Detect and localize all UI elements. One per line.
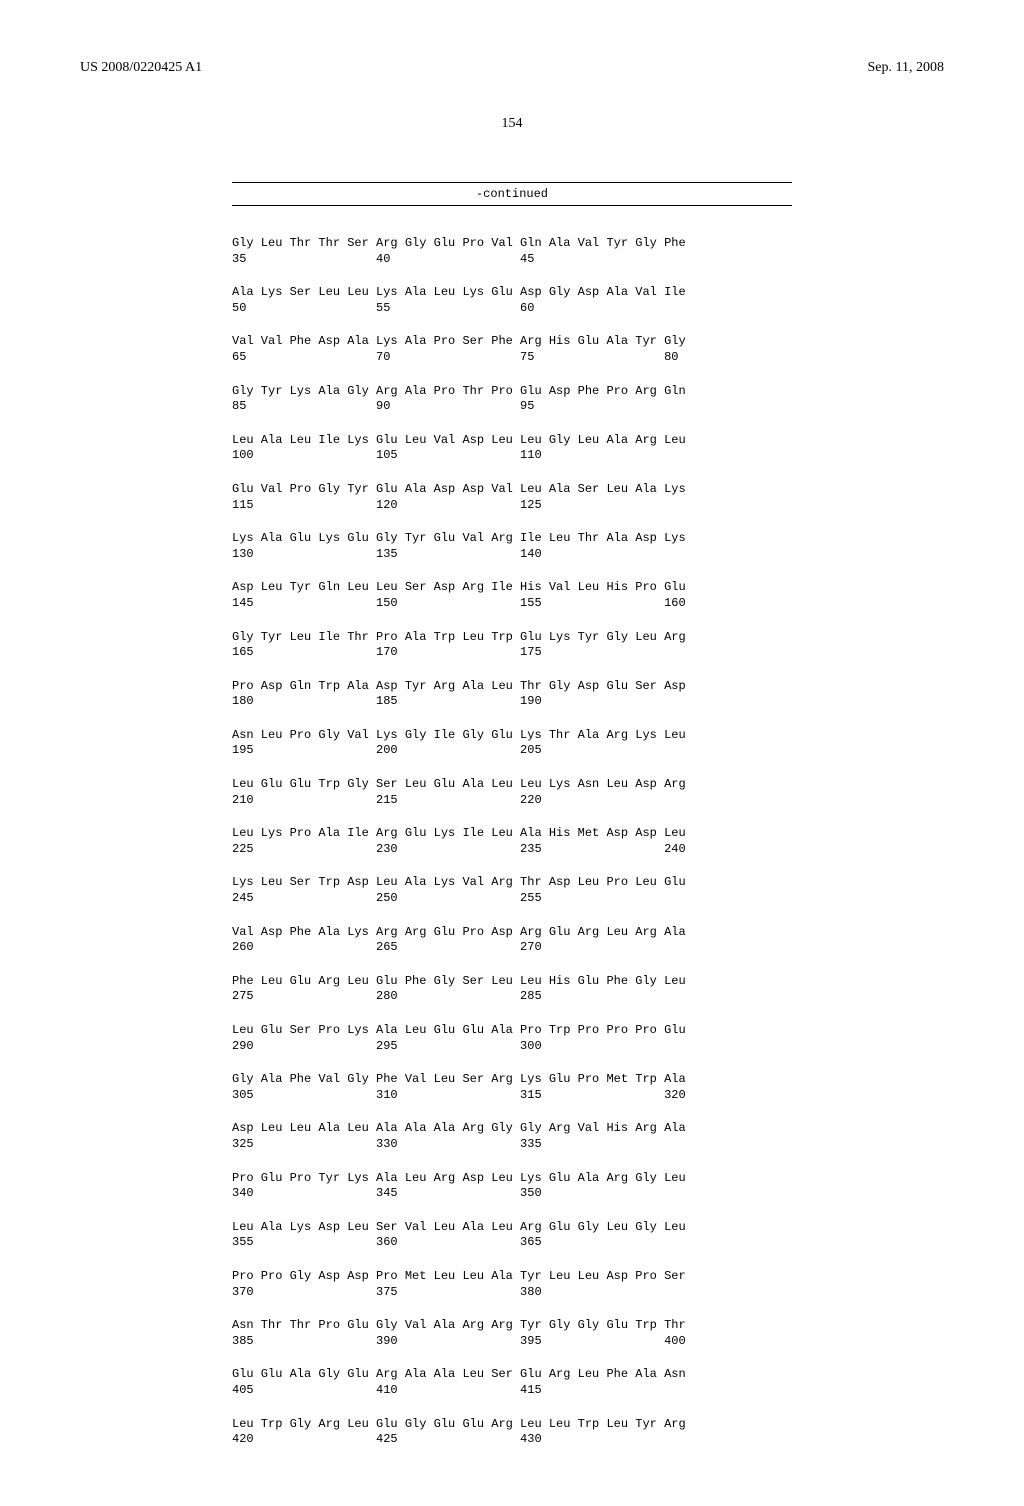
amino-acid-line: Leu Ala Leu Ile Lys Glu Leu Val Asp Leu … <box>232 433 792 449</box>
position-number-line: 420 425 430 <box>232 1432 792 1448</box>
amino-acid-line: Asp Leu Tyr Gln Leu Leu Ser Asp Arg Ile … <box>232 580 792 596</box>
position-number-line: 130 135 140 <box>232 547 792 563</box>
position-number-line: 340 345 350 <box>232 1186 792 1202</box>
amino-acid-line: Pro Glu Pro Tyr Lys Ala Leu Arg Asp Leu … <box>232 1171 792 1187</box>
sequence-row: Gly Tyr Lys Ala Gly Arg Ala Pro Thr Pro … <box>232 384 792 415</box>
amino-acid-line: Asp Leu Leu Ala Leu Ala Ala Ala Arg Gly … <box>232 1121 792 1137</box>
position-number-line: 325 330 335 <box>232 1137 792 1153</box>
amino-acid-line: Gly Leu Thr Thr Ser Arg Gly Glu Pro Val … <box>232 236 792 252</box>
amino-acid-line: Gly Tyr Leu Ile Thr Pro Ala Trp Leu Trp … <box>232 630 792 646</box>
position-number-line: 195 200 205 <box>232 743 792 759</box>
sequence-row: Ala Lys Ser Leu Leu Lys Ala Leu Lys Glu … <box>232 285 792 316</box>
amino-acid-line: Gly Ala Phe Val Gly Phe Val Leu Ser Arg … <box>232 1072 792 1088</box>
position-number-line: 180 185 190 <box>232 694 792 710</box>
sequence-row: Leu Ala Leu Ile Lys Glu Leu Val Asp Leu … <box>232 433 792 464</box>
page-number: 154 <box>80 116 944 132</box>
amino-acid-line: Phe Leu Glu Arg Leu Glu Phe Gly Ser Leu … <box>232 974 792 990</box>
amino-acid-line: Val Asp Phe Ala Lys Arg Arg Glu Pro Asp … <box>232 925 792 941</box>
position-number-line: 50 55 60 <box>232 301 792 317</box>
position-number-line: 370 375 380 <box>232 1285 792 1301</box>
publication-number: US 2008/0220425 A1 <box>80 60 202 76</box>
sequence-row: Glu Val Pro Gly Tyr Glu Ala Asp Asp Val … <box>232 482 792 513</box>
amino-acid-line: Ala Lys Ser Leu Leu Lys Ala Leu Lys Glu … <box>232 285 792 301</box>
amino-acid-line: Asn Thr Thr Pro Glu Gly Val Ala Arg Arg … <box>232 1318 792 1334</box>
position-number-line: 225 230 235 240 <box>232 842 792 858</box>
sequence-row: Pro Asp Gln Trp Ala Asp Tyr Arg Ala Leu … <box>232 679 792 710</box>
position-number-line: 145 150 155 160 <box>232 596 792 612</box>
sequence-listing: Gly Leu Thr Thr Ser Arg Gly Glu Pro Val … <box>232 236 792 1448</box>
sequence-row: Leu Lys Pro Ala Ile Arg Glu Lys Ile Leu … <box>232 826 792 857</box>
amino-acid-line: Leu Ala Lys Asp Leu Ser Val Leu Ala Leu … <box>232 1220 792 1236</box>
sequence-row: Val Asp Phe Ala Lys Arg Arg Glu Pro Asp … <box>232 925 792 956</box>
amino-acid-line: Glu Val Pro Gly Tyr Glu Ala Asp Asp Val … <box>232 482 792 498</box>
sequence-row: Lys Ala Glu Lys Glu Gly Tyr Glu Val Arg … <box>232 531 792 562</box>
sequence-row: Phe Leu Glu Arg Leu Glu Phe Gly Ser Leu … <box>232 974 792 1005</box>
sequence-row: Gly Ala Phe Val Gly Phe Val Leu Ser Arg … <box>232 1072 792 1103</box>
position-number-line: 65 70 75 80 <box>232 350 792 366</box>
continued-label: -continued <box>232 182 792 206</box>
sequence-row: Leu Glu Glu Trp Gly Ser Leu Glu Ala Leu … <box>232 777 792 808</box>
position-number-line: 35 40 45 <box>232 252 792 268</box>
position-number-line: 275 280 285 <box>232 989 792 1005</box>
amino-acid-line: Leu Trp Gly Arg Leu Glu Gly Glu Glu Arg … <box>232 1417 792 1433</box>
amino-acid-line: Leu Lys Pro Ala Ile Arg Glu Lys Ile Leu … <box>232 826 792 842</box>
position-number-line: 260 265 270 <box>232 940 792 956</box>
sequence-row: Asn Thr Thr Pro Glu Gly Val Ala Arg Arg … <box>232 1318 792 1349</box>
amino-acid-line: Lys Ala Glu Lys Glu Gly Tyr Glu Val Arg … <box>232 531 792 547</box>
sequence-row: Asn Leu Pro Gly Val Lys Gly Ile Gly Glu … <box>232 728 792 759</box>
sequence-row: Lys Leu Ser Trp Asp Leu Ala Lys Val Arg … <box>232 875 792 906</box>
position-number-line: 405 410 415 <box>232 1383 792 1399</box>
sequence-row: Val Val Phe Asp Ala Lys Ala Pro Ser Phe … <box>232 334 792 365</box>
page-header: US 2008/0220425 A1 Sep. 11, 2008 <box>80 60 944 76</box>
sequence-row: Leu Glu Ser Pro Lys Ala Leu Glu Glu Ala … <box>232 1023 792 1054</box>
amino-acid-line: Pro Pro Gly Asp Asp Pro Met Leu Leu Ala … <box>232 1269 792 1285</box>
sequence-row: Leu Ala Lys Asp Leu Ser Val Leu Ala Leu … <box>232 1220 792 1251</box>
amino-acid-line: Asn Leu Pro Gly Val Lys Gly Ile Gly Glu … <box>232 728 792 744</box>
amino-acid-line: Leu Glu Ser Pro Lys Ala Leu Glu Glu Ala … <box>232 1023 792 1039</box>
position-number-line: 245 250 255 <box>232 891 792 907</box>
amino-acid-line: Gly Tyr Lys Ala Gly Arg Ala Pro Thr Pro … <box>232 384 792 400</box>
position-number-line: 100 105 110 <box>232 448 792 464</box>
page-container: US 2008/0220425 A1 Sep. 11, 2008 154 -co… <box>0 0 1024 1506</box>
amino-acid-line: Val Val Phe Asp Ala Lys Ala Pro Ser Phe … <box>232 334 792 350</box>
sequence-row: Pro Glu Pro Tyr Lys Ala Leu Arg Asp Leu … <box>232 1171 792 1202</box>
amino-acid-line: Glu Glu Ala Gly Glu Arg Ala Ala Leu Ser … <box>232 1367 792 1383</box>
sequence-row: Gly Tyr Leu Ile Thr Pro Ala Trp Leu Trp … <box>232 630 792 661</box>
sequence-row: Leu Trp Gly Arg Leu Glu Gly Glu Glu Arg … <box>232 1417 792 1448</box>
sequence-row: Asp Leu Tyr Gln Leu Leu Ser Asp Arg Ile … <box>232 580 792 611</box>
amino-acid-line: Pro Asp Gln Trp Ala Asp Tyr Arg Ala Leu … <box>232 679 792 695</box>
amino-acid-line: Lys Leu Ser Trp Asp Leu Ala Lys Val Arg … <box>232 875 792 891</box>
position-number-line: 85 90 95 <box>232 399 792 415</box>
sequence-row: Glu Glu Ala Gly Glu Arg Ala Ala Leu Ser … <box>232 1367 792 1398</box>
position-number-line: 385 390 395 400 <box>232 1334 792 1350</box>
position-number-line: 210 215 220 <box>232 793 792 809</box>
amino-acid-line: Leu Glu Glu Trp Gly Ser Leu Glu Ala Leu … <box>232 777 792 793</box>
position-number-line: 290 295 300 <box>232 1039 792 1055</box>
position-number-line: 165 170 175 <box>232 645 792 661</box>
sequence-row: Asp Leu Leu Ala Leu Ala Ala Ala Arg Gly … <box>232 1121 792 1152</box>
sequence-row: Pro Pro Gly Asp Asp Pro Met Leu Leu Ala … <box>232 1269 792 1300</box>
position-number-line: 305 310 315 320 <box>232 1088 792 1104</box>
position-number-line: 355 360 365 <box>232 1235 792 1251</box>
publication-date: Sep. 11, 2008 <box>868 60 944 76</box>
position-number-line: 115 120 125 <box>232 498 792 514</box>
sequence-row: Gly Leu Thr Thr Ser Arg Gly Glu Pro Val … <box>232 236 792 267</box>
